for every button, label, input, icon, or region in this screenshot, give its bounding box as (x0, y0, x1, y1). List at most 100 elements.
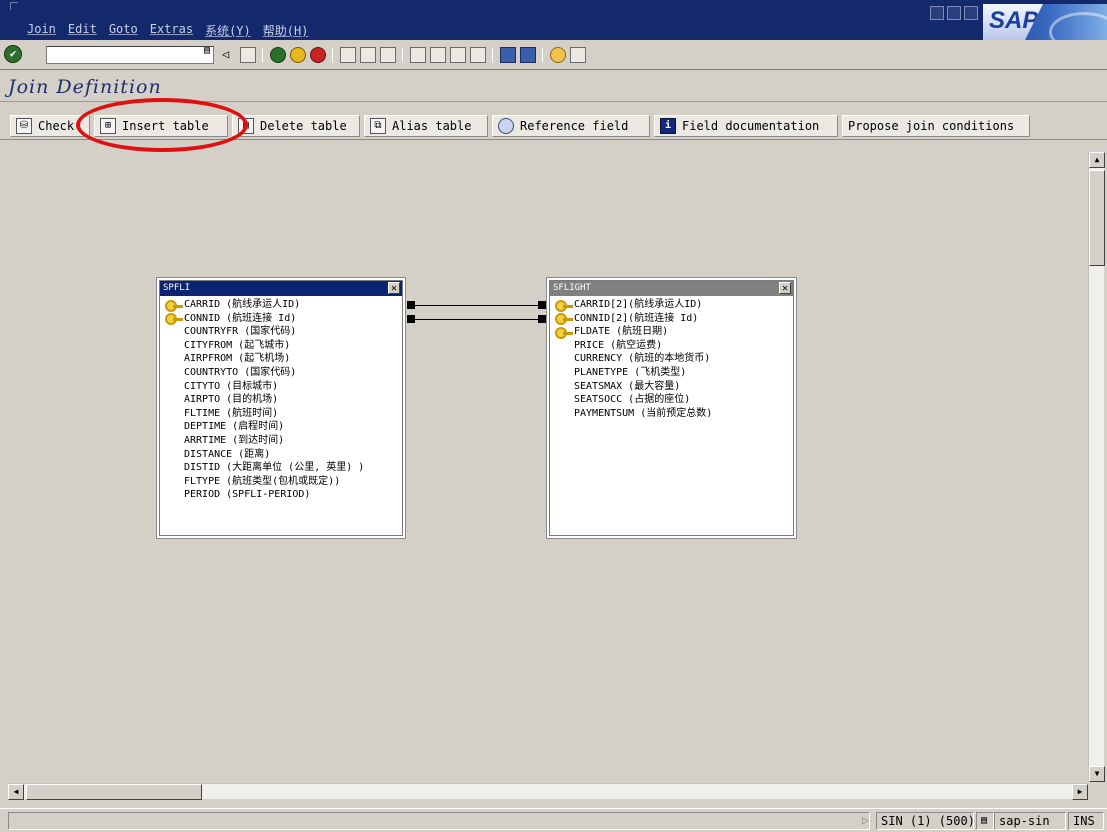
table-header[interactable]: SFLIGHT ✕ (550, 281, 793, 296)
delete-table-button[interactable]: ▤ Delete table (232, 115, 360, 137)
last-page-icon[interactable] (470, 47, 486, 63)
save-icon[interactable] (240, 47, 256, 63)
table-field[interactable]: CARRID[2](航线承运人ID) (554, 298, 793, 312)
previous-page-icon[interactable] (430, 47, 446, 63)
field-label: FLTYPE (航班类型(包机或既定)) (184, 475, 341, 487)
field-label: PLANETYPE (飞机类型) (574, 366, 687, 378)
menu-join[interactable]: Join (27, 22, 56, 39)
table-field[interactable]: DISTID (大距离单位 (公里, 英里) ) (164, 461, 402, 475)
sap-logo-text: SAP (989, 7, 1039, 34)
table-field[interactable]: PERIOD (SPFLI-PERIOD) (164, 488, 402, 502)
shortcut-icon[interactable] (520, 47, 536, 63)
scroll-up-icon[interactable]: ▲ (1089, 152, 1105, 168)
table-field[interactable]: COUNTRYTO (国家代码) (164, 366, 402, 380)
status-mode: INS (1068, 812, 1104, 830)
find-next-icon[interactable] (380, 47, 396, 63)
field-label: CARRID (航线承运人ID) (184, 299, 301, 310)
new-session-icon[interactable] (500, 47, 516, 63)
insert-table-icon: ⊞ (100, 118, 116, 134)
enter-button[interactable]: ✔ (4, 45, 22, 63)
propose-join-conditions-button[interactable]: Propose join conditions (842, 115, 1030, 137)
cancel-icon[interactable] (310, 47, 326, 63)
table-field[interactable]: COUNTRYFR (国家代码) (164, 325, 402, 339)
table-sflight[interactable]: SFLIGHT ✕ CARRID[2](航线承运人ID) CONNID[2](航班… (549, 280, 794, 536)
print-icon[interactable] (340, 47, 356, 63)
table-field[interactable]: PRICE (航空运费) (554, 339, 793, 353)
table-field[interactable]: CARRID (航线承运人ID) (164, 298, 402, 312)
status-server-icon[interactable]: ▤ (976, 812, 994, 830)
vertical-scrollbar[interactable]: ▲ ▼ (1088, 152, 1105, 782)
find-icon[interactable] (360, 47, 376, 63)
previous-arrow-icon[interactable]: ◁ (222, 47, 238, 63)
table-field[interactable]: PLANETYPE (飞机类型) (554, 366, 793, 380)
back-icon[interactable] (270, 47, 286, 63)
application-toolbar: ⛁ Check ⊞ Insert table ▤ Delete table ⧉ … (0, 112, 1107, 140)
table-header[interactable]: SPFLI ✕ (160, 281, 402, 296)
next-page-icon[interactable] (450, 47, 466, 63)
horizontal-scrollbar[interactable]: ◀ ▶ (8, 783, 1088, 800)
table-field[interactable]: AIRPFROM (起飞机场) (164, 352, 402, 366)
table-field[interactable]: CONNID (航班连接 Id) (164, 312, 402, 326)
field-label: CURRENCY (航班的本地货币) (574, 353, 711, 365)
layout-menu-icon[interactable] (570, 47, 586, 63)
table-field[interactable]: CITYTO (目标城市) (164, 380, 402, 394)
table-field[interactable]: DEPTIME (启程时间) (164, 420, 402, 434)
field-label: CITYTO (目标城市) (184, 380, 279, 392)
menu-help[interactable]: 帮助(H) (263, 22, 309, 39)
alias-table-label: Alias table (392, 119, 472, 133)
command-field[interactable] (46, 46, 214, 64)
first-page-icon[interactable] (410, 47, 426, 63)
table-name: SPFLI (163, 283, 191, 293)
join-anchor (407, 315, 415, 323)
table-field[interactable]: FLTIME (航班时间) (164, 407, 402, 421)
table-field[interactable]: SEATSMAX (最大容量) (554, 380, 793, 394)
table-field[interactable]: CITYFROM (起飞城市) (164, 339, 402, 353)
join-anchor (538, 301, 546, 309)
field-label: DEPTIME (启程时间) (184, 421, 285, 433)
status-bar: ▷ SIN (1) (500) ▤ sap-sin INS (0, 808, 1107, 832)
table-field[interactable]: DISTANCE (距离) (164, 448, 402, 462)
table-field[interactable]: AIRPTO (目的机场) (164, 393, 402, 407)
table-field[interactable]: CONNID[2](航班连接 Id) (554, 312, 793, 326)
table-field[interactable]: PAYMENTSUM (当前预定总数) (554, 407, 793, 421)
scroll-left-icon[interactable]: ◀ (8, 784, 24, 800)
help-icon[interactable] (550, 47, 566, 63)
close-window-button[interactable] (964, 6, 978, 20)
exit-icon[interactable] (290, 47, 306, 63)
status-expand-icon[interactable]: ▷ (858, 812, 876, 830)
table-field[interactable]: FLDATE (航班日期) (554, 325, 793, 339)
minimize-button[interactable] (930, 6, 944, 20)
table-field[interactable]: SEATSOCC (占据的座位) (554, 393, 793, 407)
table-field[interactable]: ARRTIME (到达时间) (164, 434, 402, 448)
close-icon[interactable]: ✕ (388, 282, 400, 294)
menu-edit[interactable]: Edit (68, 22, 97, 39)
field-documentation-button[interactable]: i Field documentation (654, 115, 838, 137)
reference-field-button[interactable]: Reference field (492, 115, 650, 137)
menu-goto[interactable]: Goto (109, 22, 138, 39)
window-menu-icon[interactable] (10, 2, 18, 10)
menu-system[interactable]: 系统(Y) (205, 22, 251, 39)
join-line-carrid[interactable] (415, 305, 538, 306)
join-line-connid[interactable] (415, 319, 538, 320)
insert-table-button[interactable]: ⊞ Insert table (94, 115, 228, 137)
field-label: CONNID (航班连接 Id) (184, 312, 297, 324)
maximize-button[interactable] (947, 6, 961, 20)
menu-extras[interactable]: Extras (150, 22, 193, 39)
field-label: CARRID[2](航线承运人ID) (574, 299, 703, 310)
field-label: FLDATE (航班日期) (574, 326, 669, 338)
command-history-dropdown[interactable]: ▤ (200, 44, 214, 58)
table-field[interactable]: FLTYPE (航班类型(包机或既定)) (164, 475, 402, 489)
field-label: PRICE (航空运费) (574, 339, 663, 351)
horizontal-scroll-thumb[interactable] (26, 784, 202, 800)
vertical-scroll-thumb[interactable] (1089, 170, 1105, 266)
scroll-right-icon[interactable]: ▶ (1072, 784, 1088, 800)
table-field[interactable]: CURRENCY (航班的本地货币) (554, 352, 793, 366)
check-button[interactable]: ⛁ Check (10, 115, 90, 137)
alias-table-button[interactable]: ⧉ Alias table (364, 115, 488, 137)
table-spfli[interactable]: SPFLI ✕ CARRID (航线承运人ID) CONNID (航班连接 Id)… (159, 280, 403, 536)
scroll-down-icon[interactable]: ▼ (1089, 766, 1105, 782)
close-icon[interactable]: ✕ (779, 282, 791, 294)
field-label: AIRPTO (目的机场) (184, 394, 279, 406)
menu-bar: Join Edit Goto Extras 系统(Y) 帮助(H) SAP (0, 0, 1107, 40)
key-icon (554, 312, 574, 326)
